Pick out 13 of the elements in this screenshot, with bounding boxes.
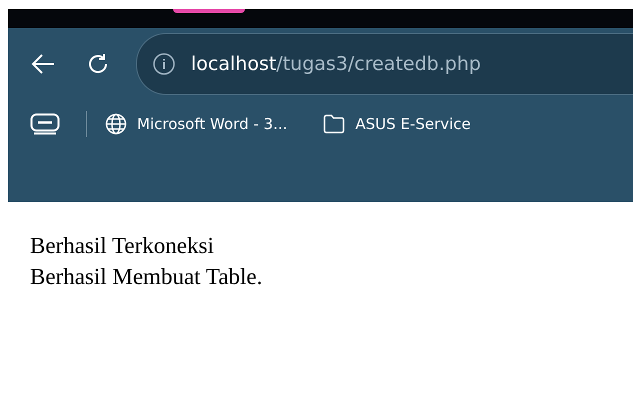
folder-icon	[323, 114, 346, 134]
info-icon[interactable]	[153, 53, 175, 75]
status-message: Berhasil Terkoneksi	[30, 232, 214, 260]
tabs-icon[interactable]	[30, 113, 62, 135]
globe-icon	[105, 113, 127, 135]
back-arrow-icon[interactable]	[30, 53, 56, 75]
status-message: Berhasil Membuat Table.	[30, 262, 262, 290]
reload-icon[interactable]	[86, 52, 110, 76]
address-bar[interactable]: localhost/tugas3/createdb.php	[136, 33, 633, 95]
bookmark-link[interactable]: Microsoft Word - 3...	[105, 113, 288, 135]
tab-highlight	[173, 9, 245, 13]
bookmark-folder[interactable]: ASUS E-Service	[323, 114, 471, 134]
url-text: localhost/tugas3/createdb.php	[191, 53, 481, 75]
